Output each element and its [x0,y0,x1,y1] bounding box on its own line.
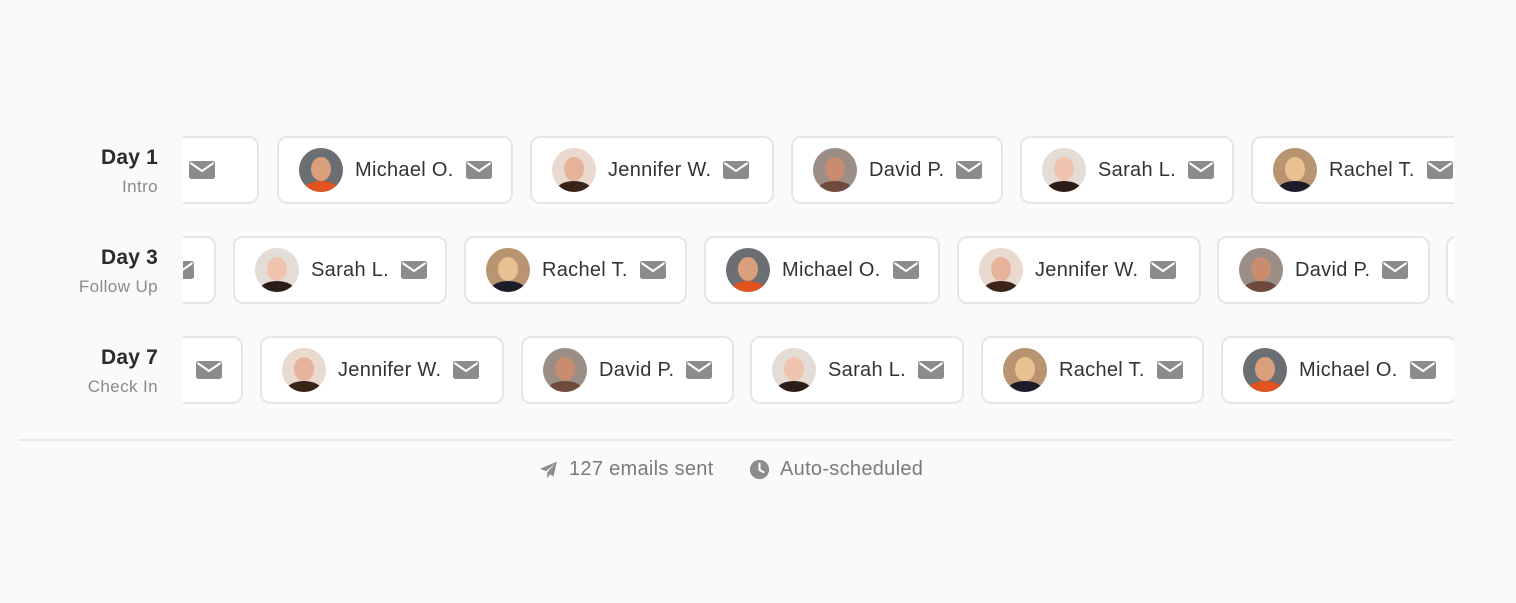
avatar [1042,148,1086,192]
contact-card[interactable]: Rachel T. [1251,136,1454,204]
sequence-row-day-7: Day 7 Check In Michael O. Jennifer W. Da… [0,335,1516,407]
day-title: Day 1 [100,146,158,169]
envelope-icon [401,261,428,279]
avatar [772,348,816,392]
contact-card[interactable]: Sarah L. [1020,136,1234,204]
contact-name: Michael O. [1299,358,1398,381]
contact-name: Rachel T. [1059,358,1145,381]
envelope-icon [1188,161,1215,179]
contact-card[interactable]: Rachel T. [464,236,687,304]
avatar [726,248,770,292]
envelope-icon [1382,261,1409,279]
envelope-icon [465,161,492,179]
envelope-icon [892,261,919,279]
emails-sent-stat: 127 emails sent [538,458,714,481]
contact-card[interactable]: Jennifer W. [530,136,774,204]
avatar [1243,348,1287,392]
envelope-icon [183,261,195,279]
contact-card[interactable]: Sarah L. [233,236,447,304]
envelope-icon [1426,161,1453,179]
contact-name: Jennifer W. [608,158,712,181]
contact-card[interactable]: Michael O. [704,236,940,304]
day-subtitle: Intro [121,177,158,196]
divider [18,439,1454,441]
contact-card[interactable]: Jennifer W. [260,336,504,404]
avatar [255,248,299,292]
day-title: Day 3 [100,246,158,269]
contact-track: Rachel T. Michael O. Jennifer W. David P… [183,135,1454,207]
avatar [282,348,326,392]
clock-icon [749,459,770,480]
contact-card[interactable]: Rachel T. [183,136,259,204]
contact-card[interactable]: Jennifer W. [957,236,1201,304]
avatar [813,148,857,192]
avatar [1239,248,1283,292]
contact-name: Sarah L. [1098,158,1177,181]
contact-track: David P. Sarah L. Rachel T. Michael O. J… [183,235,1454,307]
envelope-icon [639,261,666,279]
contact-name: Sarah L. [828,358,907,381]
contact-name: Jennifer W. [338,358,442,381]
contact-card[interactable]: Sarah L. [1446,236,1454,304]
avatar [543,348,587,392]
row-label: Day 3 Follow Up [79,245,158,299]
contact-name: Rachel T. [1329,158,1415,181]
avatar [1273,148,1317,192]
envelope-icon [1156,361,1183,379]
sequence-row-day-1: Day 1 Intro Rachel T. Michael O. Jennife… [0,135,1516,207]
footer-stats: 127 emails sent Auto-scheduled [0,458,1516,488]
contact-card[interactable]: Michael O. [1221,336,1454,404]
contact-name: David P. [1295,258,1371,281]
contact-name: Sarah L. [311,258,390,281]
envelope-icon [1150,261,1177,279]
contact-name: David P. [599,358,675,381]
envelope-icon [1409,361,1436,379]
contact-card[interactable]: David P. [791,136,1003,204]
contact-card[interactable]: David P. [1217,236,1430,304]
contact-card[interactable]: Michael O. [183,336,243,404]
day-subtitle: Check In [87,377,158,396]
contact-card[interactable]: David P. [521,336,734,404]
envelope-icon [686,361,713,379]
contact-track: Michael O. Jennifer W. David P. Sarah L.… [183,335,1454,407]
contact-card[interactable]: Sarah L. [750,336,964,404]
envelope-icon [195,361,222,379]
envelope-icon [188,161,215,179]
day-subtitle: Follow Up [78,277,158,296]
schedule-stat: Auto-scheduled [749,458,923,481]
sequence-row-day-3: Day 3 Follow Up David P. Sarah L. Rachel… [0,235,1516,307]
avatar [552,148,596,192]
row-label: Day 7 Check In [88,345,158,399]
paper-plane-icon [540,461,557,478]
envelope-icon [918,361,945,379]
contact-name: Michael O. [782,258,881,281]
avatar [486,248,530,292]
contact-name: Michael O. [183,359,184,382]
contact-name: David P. [869,158,945,181]
contact-card[interactable]: Rachel T. [981,336,1204,404]
schedule-text: Auto-scheduled [780,458,924,480]
envelope-icon [453,361,480,379]
day-title: Day 7 [100,346,158,369]
contact-card[interactable]: Michael O. [277,136,513,204]
contact-card[interactable]: David P. [183,236,216,304]
contact-name: Rachel T. [542,258,628,281]
avatar [1003,348,1047,392]
envelope-icon [956,161,983,179]
contact-name: Jennifer W. [1035,258,1139,281]
envelope-icon [723,161,750,179]
contact-name: Michael O. [355,158,454,181]
row-label: Day 1 Intro [101,145,158,199]
emails-sent-text: 127 emails sent [569,458,714,480]
avatar [299,148,343,192]
avatar [979,248,1023,292]
